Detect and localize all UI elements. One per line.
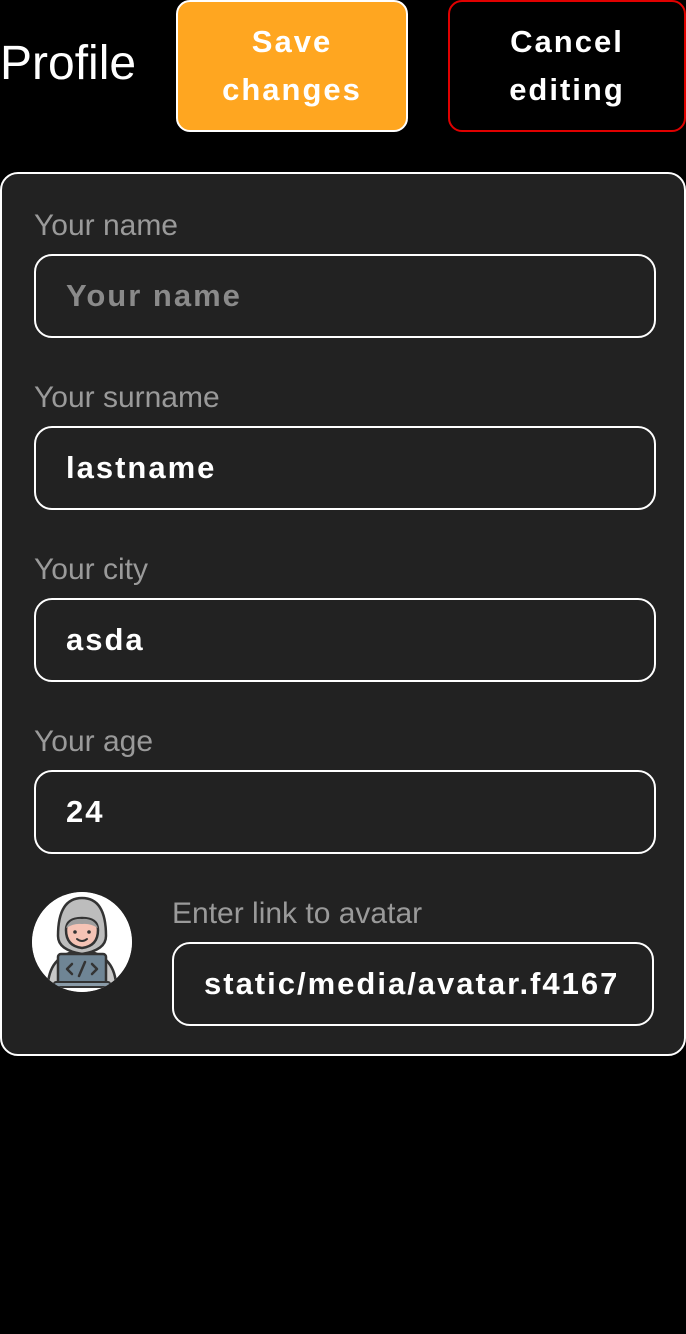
- surname-input[interactable]: [34, 426, 656, 510]
- age-input[interactable]: [34, 770, 656, 854]
- page-title: Profile: [0, 37, 137, 90]
- cancel-editing-button[interactable]: Cancel editing: [448, 0, 686, 132]
- cancel-editing-label: Cancel editing: [509, 24, 625, 107]
- avatar-link-label: Enter link to avatar: [172, 897, 423, 930]
- city-label: Your city: [34, 553, 148, 586]
- surname-label: Your surname: [34, 381, 220, 414]
- avatar-link-input[interactable]: [172, 942, 654, 1026]
- name-input[interactable]: [34, 254, 656, 338]
- name-label: Your name: [34, 209, 178, 242]
- city-input[interactable]: [34, 598, 656, 682]
- save-changes-label: Save changes: [222, 24, 362, 107]
- save-changes-button[interactable]: Save changes: [176, 0, 408, 132]
- hooded-developer-avatar-icon: [32, 892, 132, 992]
- age-label: Your age: [34, 725, 154, 758]
- profile-page: Profile Save changes Cancel editing Your…: [0, 0, 686, 1334]
